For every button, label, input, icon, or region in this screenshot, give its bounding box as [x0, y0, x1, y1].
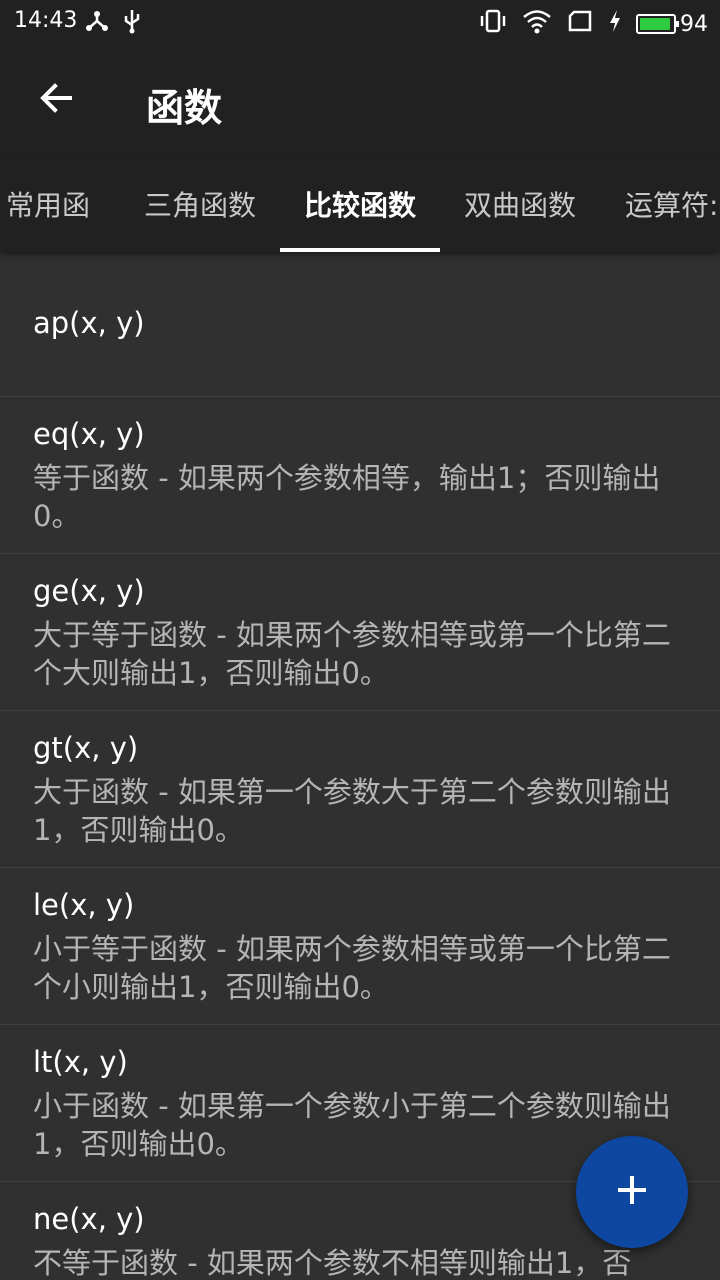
app-bar: 函数 — [0, 44, 720, 156]
function-description: 大于等于函数 - 如果两个参数相等或第一个比第二个大则输出1，否则输出0。 — [33, 618, 671, 690]
function-description: 不等于函数 - 如果两个参数不相等则输出1，否 — [33, 1246, 632, 1280]
function-description: 大于函数 - 如果第一个参数大于第二个参数则输出1，否则输出0。 — [33, 775, 671, 847]
tab-label: 运算符: — [625, 189, 719, 222]
function-description: 小于等于函数 - 如果两个参数相等或第一个比第二个小则输出1，否则输出0。 — [33, 932, 671, 1004]
plus-icon — [615, 1173, 649, 1211]
function-name: eq(x, y) — [33, 417, 145, 451]
usb-icon — [122, 8, 142, 40]
tab-common[interactable]: 常用函 — [0, 156, 128, 252]
tab-operators[interactable]: 运算符: — [600, 156, 720, 252]
status-bar: 14:43 94 — [0, 0, 720, 44]
arrow-back-icon — [38, 80, 74, 120]
tab-label: 比较函数 — [303, 189, 416, 222]
battery-icon — [636, 14, 679, 34]
vibrate-icon — [478, 8, 508, 40]
status-time: 14:43 — [14, 8, 78, 33]
charging-icon — [608, 9, 622, 39]
tab-hyperbolic[interactable]: 双曲函数 — [440, 156, 600, 252]
function-name: ne(x, y) — [33, 1202, 145, 1236]
function-name: ap(x, y) — [33, 306, 145, 340]
tab-bar: 常用函 三角函数 比较函数 双曲函数 运算符: — [0, 156, 720, 252]
list-item[interactable]: gt(x, y) 大于函数 - 如果第一个参数大于第二个参数则输出1，否则输出0… — [0, 711, 720, 868]
sim-card-icon — [566, 8, 594, 40]
list-item[interactable]: ge(x, y) 大于等于函数 - 如果两个参数相等或第一个比第二个大则输出1，… — [0, 554, 720, 711]
tab-label: 三角函数 — [143, 189, 256, 222]
tab-label: 双曲函数 — [463, 189, 576, 222]
tab-trig[interactable]: 三角函数 — [120, 156, 280, 252]
add-button[interactable] — [576, 1136, 688, 1248]
list-item[interactable]: le(x, y) 小于等于函数 - 如果两个参数相等或第一个比第二个小则输出1，… — [0, 868, 720, 1025]
tab-label: 常用函 — [5, 189, 90, 222]
list-item[interactable]: ap(x, y) — [0, 252, 720, 397]
function-list: ap(x, y) eq(x, y) 等于函数 - 如果两个参数相等，输出1；否则… — [0, 252, 720, 1280]
function-name: ge(x, y) — [33, 574, 145, 608]
function-name: gt(x, y) — [33, 731, 139, 765]
function-name: le(x, y) — [33, 888, 135, 922]
function-description: 等于函数 - 如果两个参数相等，输出1；否则输出0。 — [33, 461, 661, 533]
wifi-icon — [522, 8, 552, 40]
battery-level: 94 — [680, 11, 708, 37]
page-title: 函数 — [146, 86, 223, 130]
tab-compare[interactable]: 比较函数 — [280, 156, 440, 252]
usb-share-icon — [84, 8, 110, 40]
list-item[interactable]: eq(x, y) 等于函数 - 如果两个参数相等，输出1；否则输出0。 — [0, 397, 720, 554]
function-name: lt(x, y) — [33, 1045, 128, 1079]
back-button[interactable] — [28, 72, 84, 128]
